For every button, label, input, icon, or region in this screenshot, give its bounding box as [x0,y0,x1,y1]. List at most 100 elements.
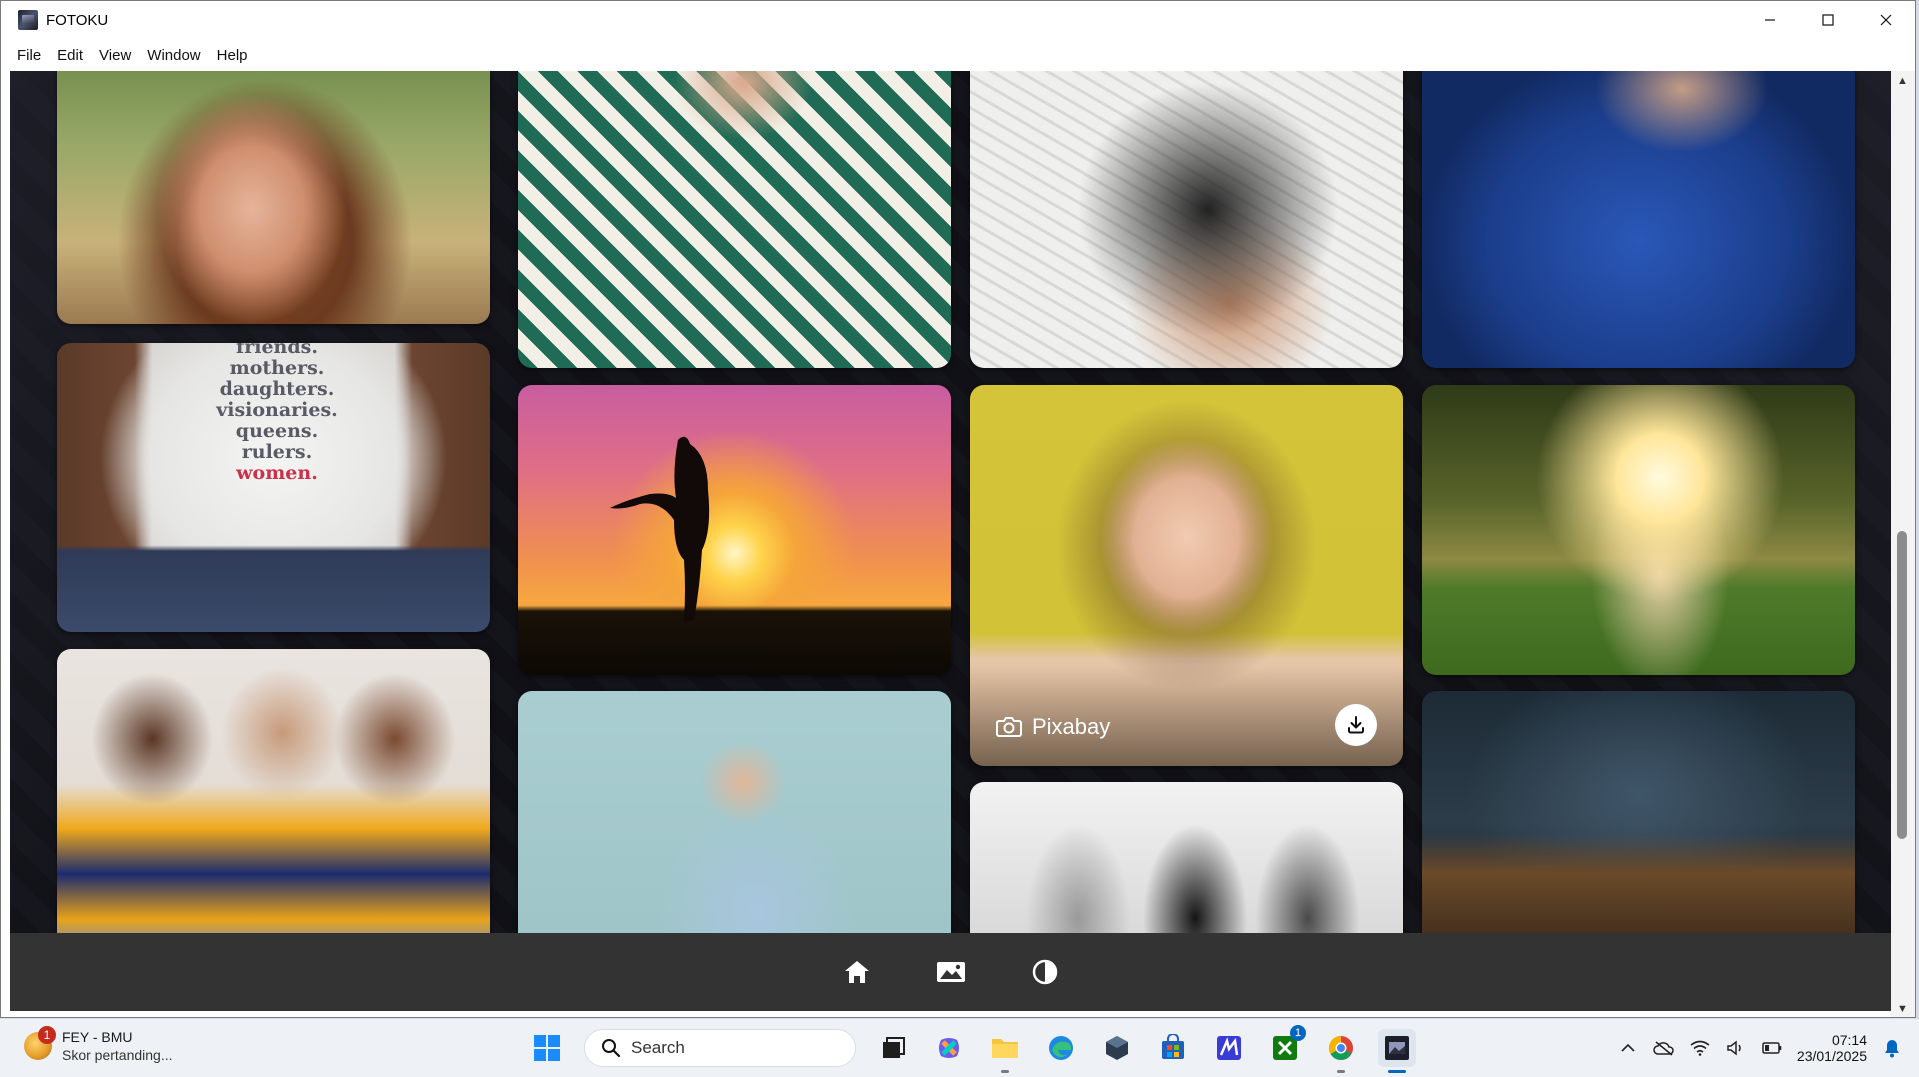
system-tray: 07:14 23/01/2025 [1617,1027,1903,1069]
task-view-button[interactable] [874,1029,912,1067]
silhouette-figure [610,436,710,621]
photo-gallery: friends. mothers. daughters. visionaries… [10,71,1891,933]
scrollbar-thumb[interactable] [1897,531,1907,839]
home-icon [844,961,869,983]
start-button[interactable] [528,1029,566,1067]
copilot-icon [939,1038,959,1058]
clock-time: 07:14 [1831,1032,1867,1048]
notifications-button[interactable] [1881,1037,1903,1059]
image-icon [936,962,965,982]
clock-date: 23/01/2025 [1796,1048,1867,1064]
speaker-icon [1727,1040,1741,1056]
chrome-icon [1328,1036,1353,1061]
clock[interactable]: 07:14 23/01/2025 [1797,1032,1867,1064]
tshirt-line: mothers. [229,357,325,379]
tshirt-line: daughters. [219,378,335,400]
chevron-up-icon [1621,1043,1635,1052]
nav-theme-button[interactable] [1030,957,1060,987]
tshirt-line: friends. [236,343,318,358]
photo-card-three-friends[interactable] [57,649,490,933]
store-icon [1162,1034,1184,1059]
fotoku-taskbar-button[interactable] [1378,1029,1416,1073]
xbox-button[interactable]: 1 [1266,1025,1306,1067]
tshirt-line: rulers. [241,441,313,463]
photo-card-denim-jacket[interactable] [1422,71,1855,368]
photo-card-friends-bench[interactable] [1422,691,1855,933]
taskbar-apps: Search 1 [528,1025,1416,1073]
taskbar-search-box[interactable]: Search [584,1029,856,1067]
download-icon [1348,716,1364,734]
nav-gallery-button[interactable] [936,957,966,987]
scroll-down-arrow-icon[interactable]: ▼ [1897,1003,1908,1015]
photo-source-text: Pixabay [1032,714,1111,739]
show-hidden-icons-button[interactable] [1617,1037,1639,1059]
tshirt-print: friends. mothers. daughters. visionaries… [177,343,377,484]
photo-card-woman-chair[interactable] [970,71,1403,368]
copilot-button[interactable] [930,1029,968,1067]
photo-source-label: Pixabay [996,714,1110,740]
app-logo-icon [18,10,38,30]
photo-card-sunlit-field[interactable] [1422,385,1855,675]
chrome-button[interactable] [1322,1029,1360,1073]
tshirt-line: queens. [235,420,319,442]
menu-bar: File Edit View Window Help [1,39,1915,71]
minimize-button[interactable] [1741,1,1799,39]
ms-store-button[interactable] [1154,1029,1192,1067]
widget-badge: 1 [38,1026,56,1044]
task-view-icon [883,1037,905,1058]
scroll-up-arrow-icon[interactable]: ▲ [1897,75,1908,87]
contrast-icon [1032,959,1057,985]
wifi-tray-button[interactable] [1689,1037,1711,1059]
close-button[interactable] [1857,1,1915,39]
battery-tray-button[interactable] [1761,1037,1783,1059]
nav-home-button[interactable] [842,957,872,987]
photo-card-tshirt[interactable]: friends. mothers. daughters. visionaries… [57,343,490,632]
menu-file[interactable]: File [9,43,49,68]
widget-sports-icon: 1 [24,1026,56,1060]
edge-browser-icon [1049,1036,1073,1060]
running-indicator [1337,1070,1345,1073]
edge-button[interactable] [1042,1029,1080,1067]
window-title: FOTOKU [46,11,109,29]
menu-help[interactable]: Help [209,43,256,68]
tshirt-line: women. [236,462,318,484]
bottom-navigation [10,933,1891,1011]
menu-view[interactable]: View [91,43,139,68]
cube-app-icon [1106,1036,1128,1060]
close-icon [1880,14,1892,26]
photo-card-woman-pointing[interactable] [518,691,951,933]
app-window: FOTOKU File Edit View Window Help friend… [0,0,1916,1018]
search-icon [602,1039,621,1058]
vertical-scrollbar[interactable]: ▲ ▼ [1891,71,1915,1017]
wifi-icon [1690,1040,1710,1056]
file-explorer-button[interactable] [986,1029,1024,1073]
maximize-button[interactable] [1799,1,1857,39]
widget-title: FEY - BMU [62,1029,133,1045]
onedrive-tray-button[interactable] [1653,1037,1675,1059]
studio-app-button[interactable] [1210,1029,1248,1067]
photo-card-featured-portrait[interactable]: Pixabay [970,385,1403,766]
menu-edit[interactable]: Edit [49,43,91,68]
photo-card-patterned-shirt[interactable] [518,71,951,368]
search-placeholder: Search [631,1038,685,1057]
photo-card-woman-portrait[interactable] [57,71,490,324]
fotoku-app-icon [1385,1036,1409,1060]
photo-card-three-women-back[interactable] [970,782,1403,933]
volume-tray-button[interactable] [1725,1037,1747,1059]
widget-news[interactable]: 1 FEY - BMU Skor pertanding... [24,1026,173,1063]
active-indicator [1388,1070,1406,1073]
widget-text: FEY - BMU Skor pertanding... [62,1029,173,1063]
menu-window[interactable]: Window [139,43,208,68]
bell-icon [1885,1040,1899,1058]
studio-app-icon [1217,1036,1241,1060]
download-button[interactable] [1335,704,1377,746]
app-3d-button[interactable] [1098,1029,1136,1067]
folder-icon [992,1039,1018,1058]
camera-icon [996,717,1022,737]
maximize-icon [1822,14,1834,26]
widget-subtitle: Skor pertanding... [62,1047,173,1063]
cloud-offline-icon [1653,1041,1674,1056]
photo-card-sunset-silhouette[interactable] [518,385,951,675]
windows-start-icon [534,1035,560,1061]
title-bar: FOTOKU [1,1,1915,39]
